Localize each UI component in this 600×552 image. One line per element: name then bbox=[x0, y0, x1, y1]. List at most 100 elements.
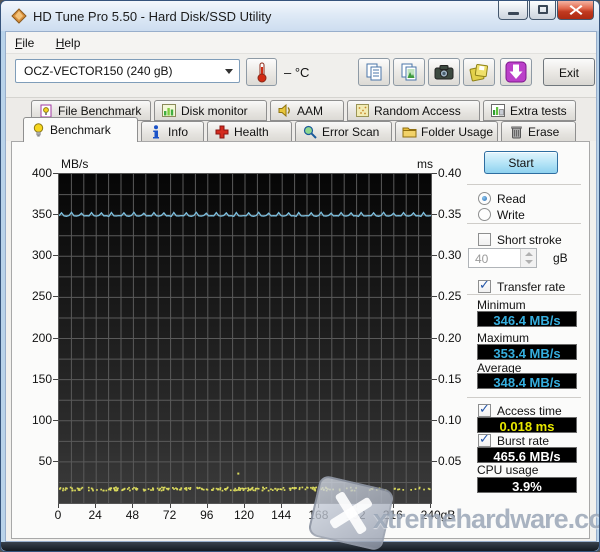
tab-error-scan[interactable]: Error Scan bbox=[295, 121, 392, 142]
folder-icon bbox=[402, 125, 417, 139]
y-left-axis-unit: MB/s bbox=[61, 157, 89, 171]
chart-canvas bbox=[59, 174, 431, 503]
spinner-arrows[interactable] bbox=[520, 249, 536, 267]
axis-tick-label: 0.10 bbox=[438, 412, 462, 427]
tab-disk-monitor[interactable]: Disk monitor bbox=[154, 100, 267, 121]
axis-tick-mark bbox=[432, 173, 437, 174]
axis-tick-label: 100 bbox=[31, 412, 52, 427]
transfer-rate-checkbox[interactable]: ✓ Transfer rate bbox=[478, 278, 565, 294]
burst-rate-value: 465.6 MB/s bbox=[477, 447, 577, 464]
trash-icon bbox=[508, 125, 524, 139]
cpu-usage-value: 3.9% bbox=[477, 477, 577, 494]
read-radio[interactable]: Read bbox=[478, 191, 526, 206]
axis-tick-label: 0.20 bbox=[438, 330, 462, 345]
axis-tick-mark bbox=[281, 504, 283, 508]
title-bar: HD Tune Pro 5.50 - Hard Disk/SSD Utility bbox=[1, 1, 599, 31]
tab-aam[interactable]: AAM bbox=[270, 100, 344, 121]
tab-folder-usage[interactable]: Folder Usage bbox=[395, 121, 498, 142]
menu-help[interactable]: Help bbox=[47, 32, 90, 53]
cpu-usage-label: CPU usage bbox=[477, 463, 539, 477]
speaker-icon bbox=[277, 104, 293, 118]
axis-tick-mark bbox=[132, 504, 134, 508]
axis-tick-label: 150 bbox=[31, 371, 52, 386]
menu-bar: File Help bbox=[6, 32, 596, 54]
axis-tick-mark bbox=[432, 419, 437, 421]
minimize-button[interactable] bbox=[498, 1, 528, 20]
chevron-down-icon bbox=[225, 69, 233, 74]
watermark-text: xtremehardware.com bbox=[373, 504, 599, 534]
axis-tick-mark bbox=[53, 460, 58, 462]
axis-tick-mark bbox=[53, 296, 58, 298]
tab-erase[interactable]: Erase bbox=[501, 121, 576, 142]
camera-icon bbox=[434, 65, 454, 80]
short-stroke-size-input[interactable]: 40 bbox=[468, 248, 537, 268]
checkbox-icon: ✓ bbox=[478, 402, 491, 417]
tab-benchmark[interactable]: Benchmark bbox=[23, 117, 138, 142]
drive-select-value: OCZ-VECTOR150 (240 gB) bbox=[24, 64, 173, 78]
close-icon bbox=[569, 5, 583, 15]
start-button[interactable]: Start bbox=[484, 151, 558, 174]
temperature-value: – °C bbox=[284, 65, 310, 80]
tab-info[interactable]: Info bbox=[141, 121, 204, 142]
burst-rate-checkbox[interactable]: ✓ Burst rate bbox=[478, 432, 549, 448]
minimum-label: Minimum bbox=[477, 298, 526, 312]
axis-tick-label: 0.35 bbox=[438, 207, 462, 222]
axis-tick-mark bbox=[58, 504, 59, 508]
axis-tick-mark bbox=[53, 173, 58, 174]
access-time-value: 0.018 ms bbox=[477, 417, 577, 434]
temperature-button[interactable] bbox=[246, 58, 277, 86]
disk-monitor-icon bbox=[161, 104, 177, 118]
benchmark-chart bbox=[58, 173, 432, 504]
spinner-up-icon bbox=[525, 252, 533, 256]
maximum-label: Maximum bbox=[477, 331, 530, 345]
tab-health[interactable]: Health bbox=[207, 121, 292, 142]
axis-tick-mark bbox=[53, 337, 58, 339]
tab-label: Benchmark bbox=[50, 123, 111, 137]
checkbox-icon: ✓ bbox=[478, 278, 491, 293]
axis-tick-label: 0.30 bbox=[438, 248, 462, 263]
copy-image-button[interactable] bbox=[393, 58, 425, 86]
drive-select-dropdown[interactable]: OCZ-VECTOR150 (240 gB) bbox=[15, 59, 240, 83]
update-button[interactable] bbox=[500, 58, 532, 86]
axis-tick-label: 300 bbox=[31, 248, 52, 263]
tab-random-access[interactable]: Random Access bbox=[347, 100, 480, 121]
menu-file[interactable]: File bbox=[6, 32, 43, 53]
screenshot-button[interactable] bbox=[428, 58, 460, 86]
write-radio[interactable]: Write bbox=[478, 207, 525, 222]
checkbox-icon: ✓ bbox=[478, 432, 491, 447]
minimum-value: 346.4 MB/s bbox=[477, 311, 577, 328]
magnifier-icon bbox=[302, 125, 318, 139]
health-cross-icon bbox=[214, 125, 230, 139]
save-button[interactable] bbox=[463, 58, 495, 86]
axis-tick-mark bbox=[95, 504, 97, 508]
axis-tick-mark bbox=[53, 255, 58, 257]
tab-label: Erase bbox=[528, 124, 560, 139]
axis-tick-label: 250 bbox=[31, 289, 52, 304]
tab-extra-tests[interactable]: Extra tests bbox=[483, 100, 576, 121]
maximum-value: 353.4 MB/s bbox=[477, 344, 577, 361]
spinner-down-icon bbox=[525, 260, 533, 264]
access-time-checkbox[interactable]: ✓ Access time bbox=[478, 402, 562, 418]
close-button[interactable] bbox=[557, 1, 594, 20]
maximize-button[interactable] bbox=[529, 1, 556, 20]
axis-tick-label: 0.25 bbox=[438, 289, 462, 304]
axis-tick-mark bbox=[53, 419, 58, 421]
tab-label: File Benchmark bbox=[58, 103, 142, 118]
axis-tick-mark bbox=[432, 378, 437, 380]
extra-tests-icon bbox=[490, 104, 506, 118]
axis-tick-mark bbox=[53, 214, 58, 216]
lightbulb-icon bbox=[30, 122, 46, 137]
exit-button[interactable]: Exit bbox=[543, 58, 595, 86]
window-bottom-edge bbox=[1, 542, 599, 551]
copy-text-button[interactable] bbox=[358, 58, 390, 86]
short-stroke-checkbox[interactable]: ✓ Short stroke bbox=[478, 232, 562, 247]
axis-tick-mark bbox=[432, 296, 437, 298]
axis-tick-label: 0.40 bbox=[438, 166, 462, 180]
copy-text-icon bbox=[366, 63, 382, 81]
axis-tick-label: 0.05 bbox=[438, 453, 462, 468]
download-icon bbox=[505, 61, 527, 83]
maximize-icon bbox=[538, 5, 548, 14]
file-benchmark-icon bbox=[38, 104, 54, 118]
radio-icon bbox=[478, 192, 491, 205]
app-icon bbox=[11, 8, 27, 24]
